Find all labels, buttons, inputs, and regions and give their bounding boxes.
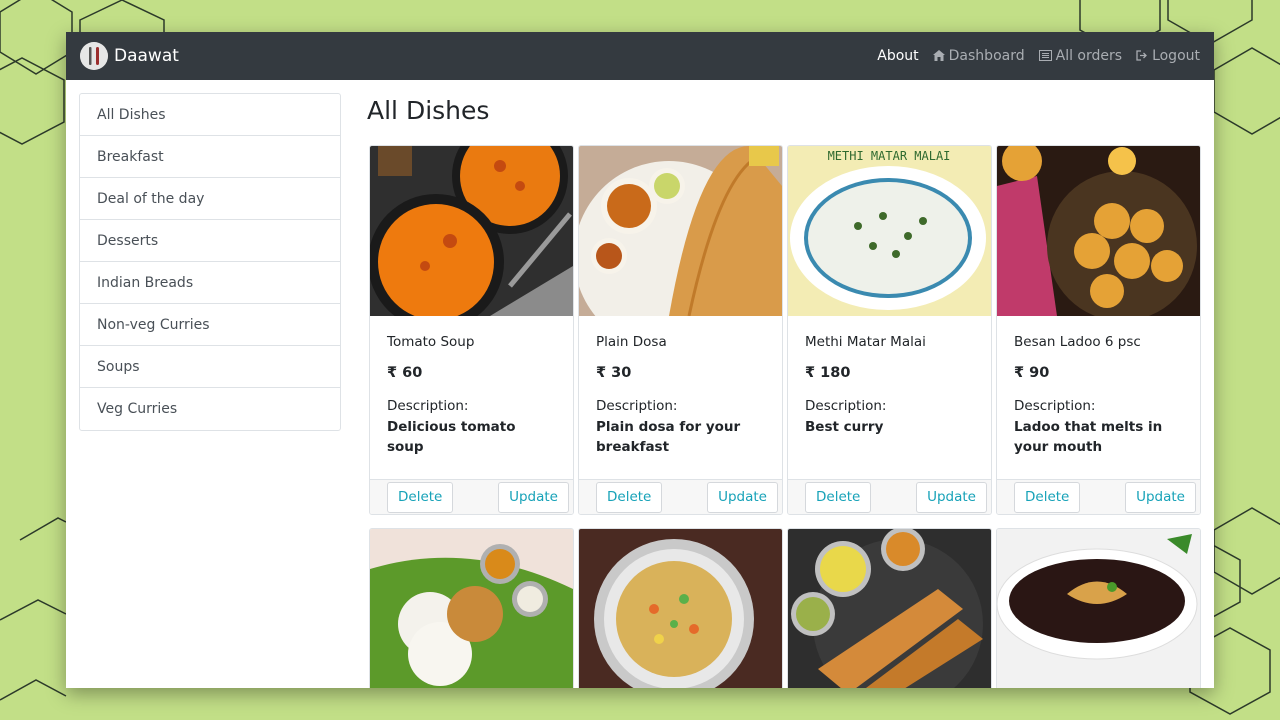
sidebar-item-label: Non-veg Curries <box>97 316 210 333</box>
navbar: Daawat About Dashboard All orders Logout <box>66 32 1214 80</box>
masala-dosa-image <box>788 529 991 688</box>
dish-name: Tomato Soup <box>387 334 475 350</box>
idli-vada-image <box>370 529 573 688</box>
delete-button[interactable]: Delete <box>596 481 663 513</box>
dish-card <box>578 528 783 688</box>
dish-price: ₹ 60 <box>387 365 423 381</box>
dish-card: Plain Dosa ₹ 30 Description: Plain dosa … <box>578 145 783 515</box>
dish-description: Ladoo that melts in your mouth <box>1014 419 1163 455</box>
brand[interactable]: Daawat <box>80 42 179 70</box>
dish-card <box>369 528 574 688</box>
sidebar-item-label: All Dishes <box>97 106 166 123</box>
sidebar-item-all-dishes[interactable]: All Dishes <box>80 94 340 136</box>
sidebar-item-veg-curries[interactable]: Veg Curries <box>80 388 340 430</box>
dish-price: ₹ 30 <box>596 365 632 381</box>
update-button[interactable]: Update <box>498 481 569 513</box>
dish-card: Tomato Soup ₹ 60 Description: Delicious … <box>369 145 574 515</box>
nav-all-orders-link[interactable]: All orders <box>1038 48 1123 64</box>
sidebar-item-label: Deal of the day <box>97 190 205 207</box>
card-footer: Delete Update <box>788 479 991 514</box>
dish-description: Delicious tomato soup <box>387 419 516 455</box>
category-sidebar: All Dishes Breakfast Deal of the day Des… <box>79 93 341 431</box>
veg-soup-image <box>579 529 782 688</box>
card-footer: Delete Update <box>997 479 1200 514</box>
card-body: Tomato Soup ₹ 60 Description: Delicious … <box>370 316 573 479</box>
delete-button[interactable]: Delete <box>1014 481 1081 513</box>
manchow-soup-image <box>997 529 1200 688</box>
tomato-soup-image <box>370 146 573 316</box>
image-caption: METHI MATAR MALAI <box>828 149 951 163</box>
description-label: Description: <box>1014 398 1096 414</box>
update-button[interactable]: Update <box>707 481 778 513</box>
delete-button[interactable]: Delete <box>805 481 872 513</box>
sidebar-item-label: Veg Curries <box>97 401 178 417</box>
description-label: Description: <box>805 398 887 414</box>
card-body: Besan Ladoo 6 psc ₹ 90 Description: Lado… <box>997 316 1200 479</box>
dish-name: Plain Dosa <box>596 334 667 350</box>
sidebar-item-soups[interactable]: Soups <box>80 346 340 388</box>
plain-dosa-image <box>579 146 782 316</box>
nav-logout-label: Logout <box>1152 48 1200 64</box>
methi-matar-malai-image: METHI MATAR MALAI <box>788 146 991 316</box>
description-label: Description: <box>387 398 469 414</box>
nav-all-orders-label: All orders <box>1055 48 1123 64</box>
dish-name: Methi Matar Malai <box>805 334 926 350</box>
sidebar-item-non-veg-curries[interactable]: Non-veg Curries <box>80 304 340 346</box>
dish-description: Plain dosa for your breakfast <box>596 419 741 455</box>
update-button[interactable]: Update <box>916 481 987 513</box>
logout-icon <box>1136 49 1148 63</box>
dish-price: ₹ 90 <box>1014 365 1050 381</box>
sidebar-item-indian-breads[interactable]: Indian Breads <box>80 262 340 304</box>
nav-links: About Dashboard All orders Logout <box>877 48 1200 64</box>
dish-name: Besan Ladoo 6 psc <box>1014 334 1141 350</box>
brand-name: Daawat <box>114 46 179 66</box>
nav-dashboard-link[interactable]: Dashboard <box>932 48 1025 64</box>
dish-card <box>996 528 1201 688</box>
nav-about-label: About <box>877 48 919 64</box>
update-button[interactable]: Update <box>1125 481 1196 513</box>
sidebar-item-label: Desserts <box>97 232 159 249</box>
sidebar-item-label: Soups <box>97 358 140 375</box>
fork-knife-logo-icon <box>80 42 108 70</box>
card-body: Methi Matar Malai ₹ 180 Description: Bes… <box>788 316 991 479</box>
delete-button[interactable]: Delete <box>387 481 454 513</box>
sidebar-item-breakfast[interactable]: Breakfast <box>80 136 340 178</box>
besan-ladoo-image <box>997 146 1200 316</box>
dish-description: Best curry <box>805 419 884 435</box>
sidebar-item-desserts[interactable]: Desserts <box>80 220 340 262</box>
card-body: Plain Dosa ₹ 30 Description: Plain dosa … <box>579 316 782 479</box>
card-footer: Delete Update <box>579 479 782 514</box>
nav-dashboard-label: Dashboard <box>948 48 1025 64</box>
page-title: All Dishes <box>367 96 490 125</box>
home-icon <box>932 49 945 63</box>
dish-card: Besan Ladoo 6 psc ₹ 90 Description: Lado… <box>996 145 1201 515</box>
nav-logout-link[interactable]: Logout <box>1136 48 1200 64</box>
list-icon <box>1038 49 1052 63</box>
dish-card: METHI MATAR MALAI Methi Matar Malai ₹ 18… <box>787 145 992 515</box>
app-window: Daawat About Dashboard All orders Logout… <box>66 32 1214 688</box>
sidebar-item-label: Indian Breads <box>97 274 194 291</box>
sidebar-item-deal-of-the-day[interactable]: Deal of the day <box>80 178 340 220</box>
dish-price: ₹ 180 <box>805 365 851 381</box>
description-label: Description: <box>596 398 678 414</box>
nav-about-link[interactable]: About <box>877 48 918 64</box>
dish-card <box>787 528 992 688</box>
card-footer: Delete Update <box>370 479 573 514</box>
sidebar-item-label: Breakfast <box>97 148 164 165</box>
